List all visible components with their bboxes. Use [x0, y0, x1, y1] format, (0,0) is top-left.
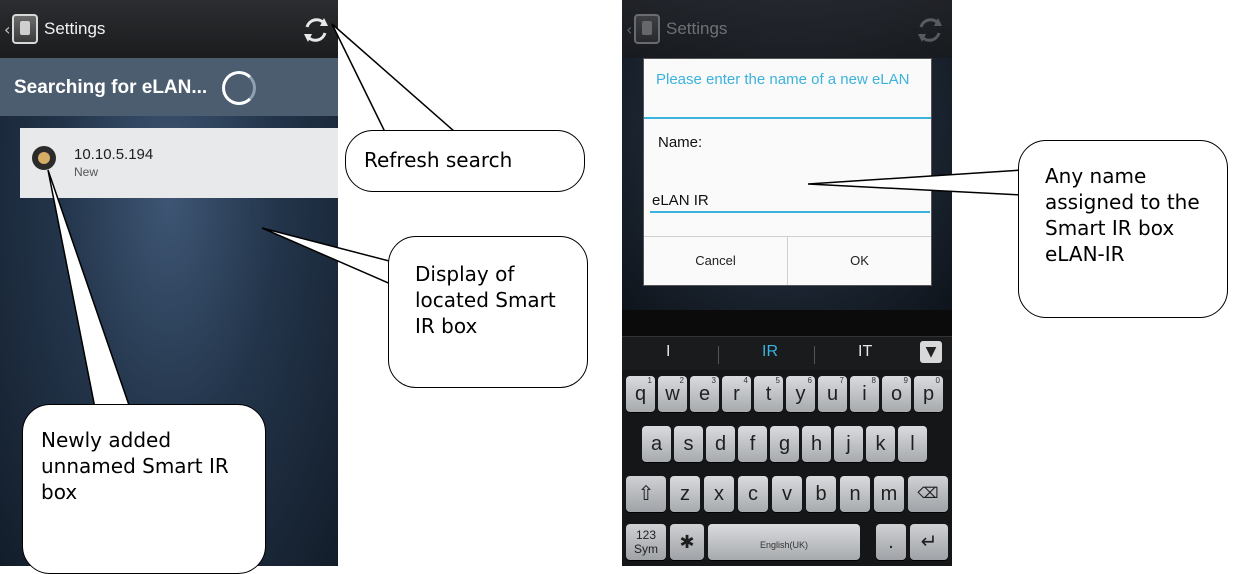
radio-button[interactable]	[32, 146, 56, 170]
symbols-key[interactable]: 123 Sym	[626, 524, 666, 560]
suggestion-bar: I IR IT ▼	[622, 336, 952, 371]
backspace-key-icon[interactable]: ⌫	[908, 476, 948, 512]
key-v[interactable]: v	[772, 476, 802, 512]
app-icon	[634, 14, 660, 44]
key-h[interactable]: h	[802, 426, 831, 462]
key-f[interactable]: f	[738, 426, 767, 462]
divider	[718, 346, 719, 364]
key-m[interactable]: m	[874, 476, 904, 512]
shift-key-icon[interactable]: ⇧	[626, 476, 666, 512]
key-s[interactable]: s	[674, 426, 703, 462]
key-n[interactable]: n	[840, 476, 870, 512]
dialog-buttons: Cancel OK	[644, 236, 931, 285]
collapse-keyboard-icon[interactable]: ▼	[920, 341, 942, 363]
enter-key-icon[interactable]: ↵	[910, 524, 948, 560]
key-t[interactable]: t5	[754, 376, 783, 412]
divider	[814, 346, 815, 364]
key-l[interactable]: l	[898, 426, 927, 462]
refresh-icon	[918, 18, 942, 42]
name-dialog: Please enter the name of a new eLAN Name…	[643, 58, 932, 286]
screen-title: Settings	[666, 19, 728, 38]
space-language-label: English(UK)	[759, 540, 808, 550]
key-z[interactable]: z	[670, 476, 700, 512]
key-b[interactable]: b	[806, 476, 836, 512]
key-y[interactable]: y6	[786, 376, 815, 412]
suggestion-3[interactable]: IT	[858, 343, 872, 361]
searching-title: Searching for eLAN...	[14, 77, 208, 98]
refresh-search-callout: Refresh search	[345, 130, 585, 192]
back-icon[interactable]: ‹	[4, 20, 10, 39]
action-bar: ‹ Settings	[622, 0, 952, 58]
dialog-divider	[644, 117, 931, 119]
key-p[interactable]: p0	[914, 376, 943, 412]
device-ip: 10.10.5.194	[74, 146, 154, 163]
device-list-item[interactable]: 10.10.5.194 New	[20, 128, 338, 198]
name-label: Name:	[658, 134, 703, 151]
device-status: New	[74, 165, 99, 179]
new-box-callout: Newly added unnamed Smart IR box	[22, 404, 266, 574]
loading-spinner-icon	[222, 71, 256, 105]
key-u[interactable]: u7	[818, 376, 847, 412]
cancel-button[interactable]: Cancel	[644, 237, 788, 285]
key-x[interactable]: x	[704, 476, 734, 512]
action-bar: ‹ Settings	[0, 0, 338, 59]
dialog-title: Please enter the name of a new eLAN	[656, 71, 910, 88]
any-name-callout: Any name assigned to the Smart IR box eL…	[1018, 140, 1228, 318]
key-o[interactable]: o9	[882, 376, 911, 412]
key-g[interactable]: g	[770, 426, 799, 462]
screen-title: Settings	[44, 19, 106, 38]
app-icon[interactable]	[12, 14, 38, 44]
key-w[interactable]: w2	[658, 376, 687, 412]
settings-key-icon[interactable]: ✱	[670, 524, 704, 560]
name-input[interactable]	[650, 189, 930, 213]
suggestion-1[interactable]: I	[666, 343, 670, 361]
key-j[interactable]: j	[834, 426, 863, 462]
refresh-icon[interactable]	[300, 14, 332, 46]
suggestion-2[interactable]: IR	[762, 343, 778, 361]
ok-button[interactable]: OK	[788, 237, 931, 285]
key-d[interactable]: d	[706, 426, 735, 462]
keyboard: q1 w2 e3 r4 t5 y6 u7 i8 o9 p0 a s d f g …	[622, 370, 952, 566]
display-callout: Display of located Smart IR box	[388, 236, 588, 388]
key-r[interactable]: r4	[722, 376, 751, 412]
key-e[interactable]: e3	[690, 376, 719, 412]
back-icon: ‹	[626, 20, 633, 39]
key-k[interactable]: k	[866, 426, 895, 462]
space-bar[interactable]: English(UK)	[708, 524, 860, 560]
key-a[interactable]: a	[642, 426, 671, 462]
right-phone-screen: ‹ Settings Please enter the name of a ne…	[622, 0, 952, 566]
key-i[interactable]: i8	[850, 376, 879, 412]
key-c[interactable]: c	[738, 476, 768, 512]
key-q[interactable]: q1	[626, 376, 655, 412]
search-status-bar: Searching for eLAN...	[0, 58, 338, 116]
period-key[interactable]: .	[876, 524, 906, 560]
